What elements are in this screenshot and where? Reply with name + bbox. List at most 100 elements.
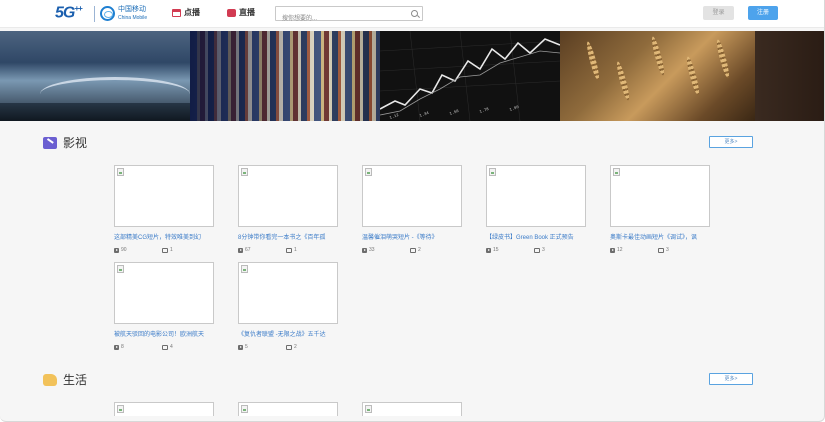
video-card[interactable]: 被航天驳回的电影公司！欧洲航天 8 4: [114, 262, 214, 350]
episode-count-icon: [534, 247, 540, 253]
river-water: [0, 103, 190, 121]
episode-count-icon: [286, 344, 292, 350]
nav-live[interactable]: 直播: [227, 7, 255, 18]
video-thumbnail[interactable]: [238, 262, 338, 324]
video-meta: 67 1: [238, 247, 338, 253]
video-card[interactable]: 温馨催泪萌哭短片 -《等待》 33 2: [362, 165, 462, 253]
play-count: 15: [493, 247, 499, 253]
video-card[interactable]: 【绿皮书】Green Book 正式预告 15 3: [486, 165, 586, 253]
nav-vod-label: 点播: [184, 8, 200, 17]
episode-count: 4: [170, 344, 173, 350]
search-input[interactable]: [276, 12, 404, 26]
episode-count: 3: [542, 247, 545, 253]
svg-text:1.12: 1.12: [389, 114, 400, 121]
broken-image-icon: [365, 405, 372, 413]
china-mobile-brand[interactable]: 中国移动 China Mobile: [118, 6, 147, 22]
section-title: 生活: [63, 373, 88, 387]
video-title[interactable]: 奥斯卡最佳动画短片《调试》，讽: [610, 232, 708, 241]
login-button[interactable]: 登录: [703, 6, 734, 20]
video-thumbnail[interactable]: [114, 402, 214, 416]
search-box: [275, 6, 423, 26]
banner-bridge-image: [0, 31, 190, 121]
wheat-stalk: [714, 38, 732, 80]
video-thumbnail[interactable]: [114, 165, 214, 227]
play-count: 67: [245, 247, 251, 253]
china-mobile-logo-icon: [100, 6, 115, 21]
video-card[interactable]: 《复仇者联盟 -无限之战》五千达 5 2: [238, 262, 338, 350]
video-title[interactable]: 温馨催泪萌哭短片 -《等待》: [362, 232, 460, 241]
broken-image-icon: [117, 405, 124, 413]
brand-name-cn: 中国移动: [118, 6, 146, 13]
banner-edge-image: [755, 31, 824, 121]
play-count-icon: [486, 247, 491, 253]
register-button[interactable]: 注册: [748, 6, 778, 20]
video-card[interactable]: [114, 402, 214, 416]
video-title[interactable]: 《复仇者联盟 -无限之战》五千达: [238, 329, 336, 338]
bookshelf-shade: [190, 31, 380, 121]
life-category-icon: [43, 373, 57, 386]
play-count-icon: [610, 247, 615, 253]
banner-wheat-image: [560, 31, 755, 121]
section-header-life: 生活: [43, 371, 87, 388]
nav-vod[interactable]: 点播: [172, 7, 200, 18]
top-navigation-bar: 5G++ 中国移动 China Mobile 点播 直播 登录 注册: [0, 0, 824, 28]
search-icon[interactable]: [411, 10, 418, 17]
episode-count: 2: [294, 344, 297, 350]
video-thumbnail[interactable]: [486, 165, 586, 227]
svg-text:1.90: 1.90: [509, 106, 520, 113]
play-count-icon: [238, 344, 243, 350]
broken-image-icon: [241, 168, 248, 176]
video-title[interactable]: 8分钟带你看完一本书之《百年孤: [238, 232, 336, 241]
video-thumbnail[interactable]: [362, 402, 462, 416]
video-thumbnail[interactable]: [238, 402, 338, 416]
video-thumbnail[interactable]: [238, 165, 338, 227]
episode-count-icon: [286, 247, 292, 253]
broken-image-icon: [613, 168, 620, 176]
video-card[interactable]: 8分钟带你看完一本书之《百年孤 67 1: [238, 165, 338, 253]
video-card[interactable]: 奥斯卡最佳动画短片《调试》，讽 12 3: [610, 165, 710, 253]
svg-text:1.34: 1.34: [419, 112, 430, 119]
play-count: 5: [245, 344, 248, 350]
section-title: 影视: [63, 136, 88, 150]
episode-count-icon: [162, 247, 168, 253]
video-category-icon: [43, 136, 57, 149]
video-meta: 90 1: [114, 247, 214, 253]
play-count-icon: [238, 247, 243, 253]
episode-count-icon: [162, 344, 168, 350]
5g-logo[interactable]: 5G++: [55, 4, 83, 22]
video-title[interactable]: 被航天驳回的电影公司！欧洲航天: [114, 329, 212, 338]
video-card[interactable]: 这部精美CG短片，特效唯美到幻 90 1: [114, 165, 214, 253]
broken-image-icon: [241, 265, 248, 273]
video-thumbnail[interactable]: [362, 165, 462, 227]
page-frame: 5G++ 中国移动 China Mobile 点播 直播 登录 注册: [0, 0, 825, 422]
wheat-stalk: [649, 35, 667, 77]
video-card[interactable]: [238, 402, 338, 416]
video-meta: 33 2: [362, 247, 462, 253]
episode-count: 1: [294, 247, 297, 253]
episode-count-icon: [410, 247, 416, 253]
more-button[interactable]: 更多>: [709, 136, 753, 148]
video-title[interactable]: 【绿皮书】Green Book 正式预告: [486, 232, 584, 241]
brand-name-en: China Mobile: [118, 15, 148, 21]
wheat-stalk: [684, 55, 702, 97]
video-thumbnail[interactable]: [610, 165, 710, 227]
play-count-icon: [114, 344, 119, 350]
more-button[interactable]: 更多>: [709, 373, 753, 385]
play-count: 12: [617, 247, 623, 253]
episode-count-icon: [658, 247, 664, 253]
video-meta: 12 3: [610, 247, 710, 253]
video-meta: 8 4: [114, 344, 214, 350]
video-title[interactable]: 这部精美CG短片，特效唯美到幻: [114, 232, 212, 241]
hero-banner[interactable]: 1.12 1.34 1.56 1.78 1.90: [0, 31, 824, 121]
film-icon: [172, 8, 181, 17]
video-meta: 5 2: [238, 344, 338, 350]
wheat-stalk: [614, 60, 632, 102]
broken-image-icon: [117, 168, 124, 176]
video-thumbnail[interactable]: [114, 262, 214, 324]
video-meta: 15 3: [486, 247, 586, 253]
video-card[interactable]: [362, 402, 462, 416]
logo-divider: [94, 6, 95, 22]
episode-count: 1: [170, 247, 173, 253]
play-count: 8: [121, 344, 124, 350]
episode-count: 3: [666, 247, 669, 253]
